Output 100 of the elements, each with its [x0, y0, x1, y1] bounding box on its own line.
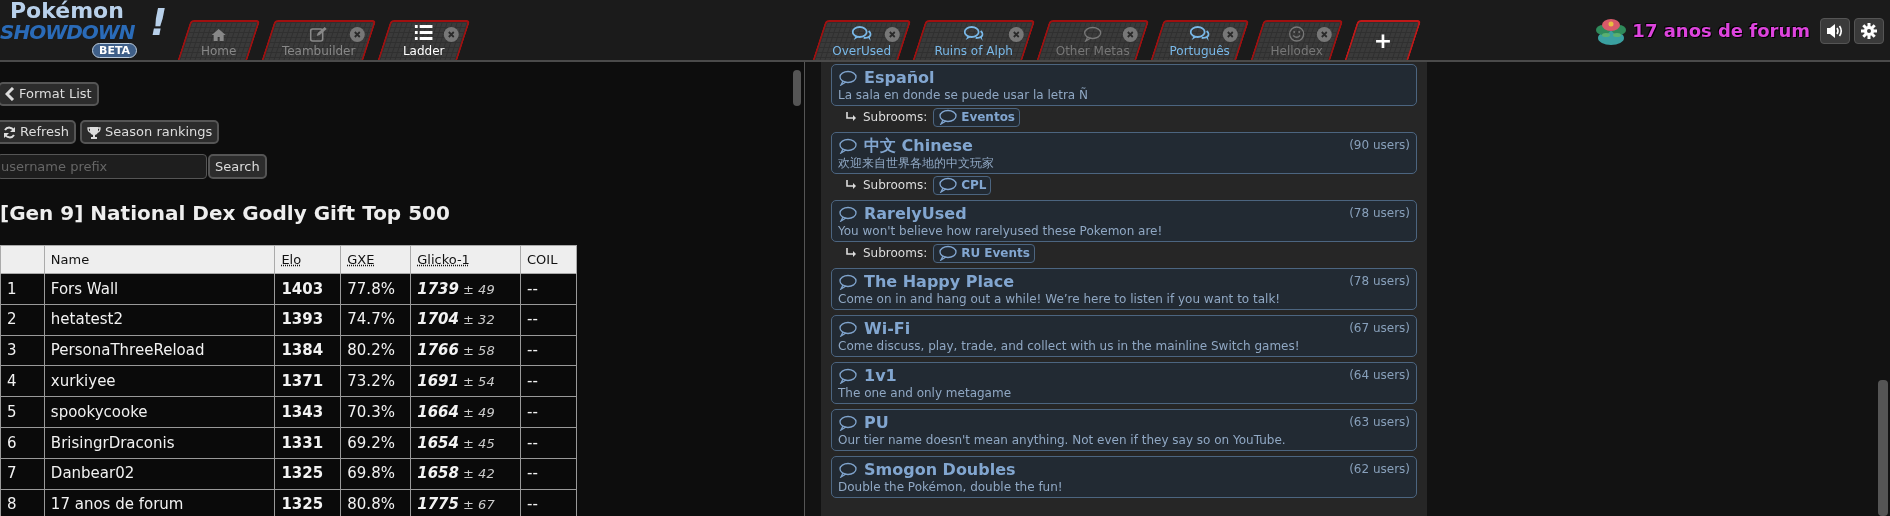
- chat-bubble-icon: [838, 367, 858, 384]
- room-title: 中文 Chinese: [864, 134, 973, 157]
- subroom-link[interactable]: Eventos: [933, 107, 1020, 127]
- room-title: RarelyUsed: [864, 202, 967, 225]
- search-field[interactable]: username prefix: [0, 154, 207, 179]
- subrooms-label: Subrooms:: [863, 109, 928, 126]
- settings-icon[interactable]: [1854, 17, 1884, 44]
- player-name[interactable]: xurkiyee: [44, 365, 275, 397]
- season-rankings-button[interactable]: Season rankings: [80, 120, 220, 144]
- room-title: Wi-Fi: [864, 317, 911, 340]
- smiley-icon: [1288, 26, 1305, 42]
- room-description: You won't believe how rarelyused these Pokemon are!: [838, 224, 1164, 239]
- trophy-icon: [87, 125, 102, 139]
- close-icon[interactable]: [349, 27, 365, 42]
- player-name[interactable]: Danbear02: [44, 458, 275, 490]
- room-title: The Happy Place: [864, 270, 1015, 293]
- numbered-list-icon: [414, 24, 433, 42]
- close-icon[interactable]: [1122, 27, 1138, 42]
- close-icon[interactable]: [1316, 27, 1332, 42]
- username[interactable]: 17 anos de forum: [1632, 17, 1810, 44]
- room-title: Español: [864, 66, 935, 89]
- search-button[interactable]: Search: [208, 154, 267, 179]
- chat-bubble-icon: [838, 69, 858, 86]
- room-card[interactable]: The Happy Place (78 users) Come on in and hang out a while! We’re here to listen if you want to talk!: [831, 268, 1417, 310]
- room-description: 欢迎来自世界各地的中文玩家: [838, 156, 995, 171]
- table-cell: 1393: [274, 304, 341, 336]
- column-header: Name: [44, 245, 275, 274]
- player-name[interactable]: PersonaThreeReload: [44, 335, 275, 366]
- tab[interactable]: Ruins of Alph: [912, 20, 1036, 60]
- table-cell: --: [520, 396, 577, 428]
- rank-cell: 1: [0, 273, 45, 305]
- room-title: 1v1: [864, 364, 897, 387]
- table-cell: 1331: [274, 427, 341, 459]
- chat-bubble-icon: [838, 137, 858, 154]
- rank-cell: 3: [0, 335, 45, 366]
- user-count: (67 users): [1349, 320, 1410, 337]
- player-name[interactable]: Fors Wall: [44, 273, 275, 305]
- table-cell: 80.2%: [340, 335, 411, 366]
- table-cell: 1654 ± 45: [410, 427, 521, 459]
- room-card[interactable]: 1v1 (64 users) The one and only metagame: [831, 362, 1417, 404]
- tab[interactable]: Ladder: [377, 20, 471, 60]
- rank-cell: 4: [0, 365, 45, 397]
- room-card[interactable]: RarelyUsed (78 users) You won't believe how rarelyused these Pokemon are!: [831, 200, 1417, 242]
- table-cell: 69.8%: [340, 458, 411, 490]
- chat-bubble-icon: [938, 177, 959, 193]
- close-icon[interactable]: [443, 27, 459, 42]
- new-tab-button[interactable]: +: [1344, 20, 1422, 60]
- rank-cell: 5: [0, 396, 45, 428]
- table-cell: --: [520, 335, 577, 366]
- table-cell: 69.2%: [340, 427, 411, 459]
- room-card[interactable]: Wi-Fi (67 users) Come discuss, play, trade, and collect with us in the mainline Switch games!: [831, 315, 1417, 357]
- room-title: PU: [864, 411, 889, 434]
- close-icon[interactable]: [1222, 27, 1238, 42]
- return-arrow-icon: [845, 248, 857, 258]
- edit-icon: [309, 26, 328, 42]
- table-cell: 1704 ± 32: [410, 304, 521, 336]
- chat-bubble-icon: [838, 273, 858, 290]
- table-cell: --: [520, 427, 577, 459]
- chat-bubble-icon: [938, 109, 959, 125]
- tab[interactable]: Português: [1150, 20, 1250, 60]
- table-cell: 1664 ± 49: [410, 396, 521, 428]
- rank-cell: 2: [0, 304, 45, 336]
- column-header[interactable]: COIL: [520, 245, 577, 274]
- volume-icon[interactable]: [1820, 17, 1850, 44]
- room-card[interactable]: 中文 Chinese (90 users) 欢迎来自世界各地的中文玩家: [831, 132, 1417, 174]
- scrollbar-thumb[interactable]: [1878, 380, 1888, 516]
- refresh-button[interactable]: Refresh: [0, 120, 77, 144]
- close-icon[interactable]: [1008, 27, 1024, 42]
- home-icon: [210, 28, 227, 42]
- room-card[interactable]: PU (63 users) Our tier name doesn't mean anything. Not even if they say so on YouTube.: [831, 409, 1417, 451]
- room-card[interactable]: Smogon Doubles (62 users) Double the Pokémon, double the fun!: [831, 456, 1417, 498]
- table-cell: 1766 ± 58: [410, 335, 521, 366]
- table-cell: 1658 ± 42: [410, 458, 521, 490]
- column-header[interactable]: Glicko-1: [410, 245, 521, 274]
- return-arrow-icon: [845, 180, 857, 190]
- subrooms-label: Subrooms:: [863, 245, 928, 262]
- user-count: (78 users): [1349, 273, 1410, 290]
- return-arrow-icon: [845, 112, 857, 122]
- chat-bubbles-icon: [1189, 26, 1210, 42]
- chat-bubble-icon: [838, 461, 858, 478]
- column-header[interactable]: Elo: [274, 245, 341, 274]
- room-description: Double the Pokémon, double the fun!: [838, 480, 1064, 495]
- chevron-left-icon: [5, 87, 15, 101]
- table-cell: --: [520, 304, 577, 336]
- scrollbar-thumb[interactable]: [793, 70, 801, 106]
- table-cell: 1325: [274, 458, 341, 490]
- ladder-title: [Gen 9] National Dex Godly Gift Top 500: [0, 200, 451, 226]
- chat-bubble-icon: [838, 414, 858, 431]
- back-button[interactable]: Format List: [0, 82, 99, 106]
- subroom-link[interactable]: RU Events: [933, 243, 1035, 263]
- room-description: Come discuss, play, trade, and collect with us in the mainline Switch games!: [838, 339, 1301, 354]
- tab[interactable]: OverUsed: [812, 20, 912, 60]
- player-name[interactable]: spookycooke: [44, 396, 275, 428]
- room-card[interactable]: Español La sala en donde se puede usar la letra Ñ: [831, 64, 1417, 106]
- subroom-link[interactable]: CPL: [933, 175, 992, 195]
- player-name[interactable]: BrisingrDraconis: [44, 427, 275, 459]
- column-header[interactable]: GXE: [340, 245, 411, 274]
- close-icon[interactable]: [884, 27, 900, 42]
- player-name[interactable]: hetatest2: [44, 304, 275, 336]
- table-cell: 1371: [274, 365, 341, 397]
